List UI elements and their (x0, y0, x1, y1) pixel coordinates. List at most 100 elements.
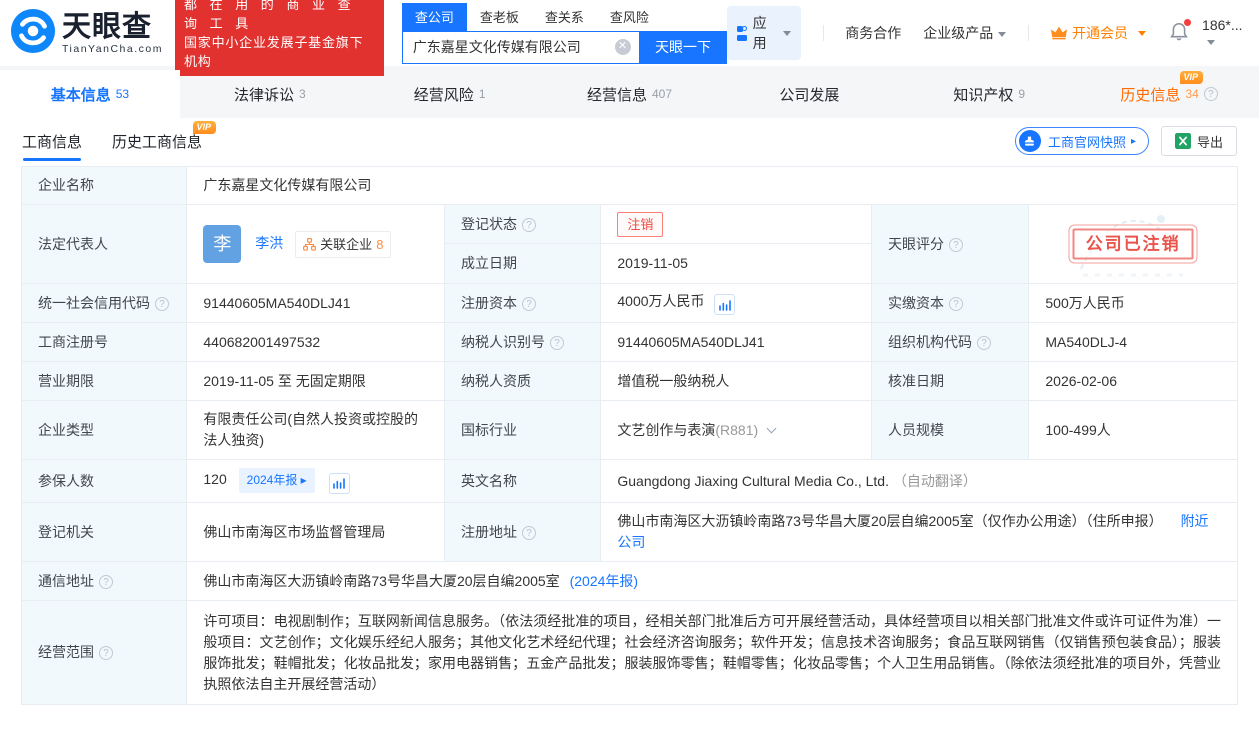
chevron-down-icon (783, 31, 791, 36)
uscc-value: 91440605MA540DLJ41 (187, 284, 445, 323)
help-icon[interactable] (155, 297, 169, 311)
vip-badge: VIP (1180, 71, 1204, 84)
company-name-value: 广东嘉星文化传媒有限公司 (187, 167, 1238, 205)
help-icon[interactable] (949, 238, 963, 252)
section-nav: 基本信息53 法律诉讼3 经营风险1 经营信息407 公司发展 知识产权9 VI… (0, 66, 1259, 118)
approval-date-label: 核准日期 (872, 362, 1029, 401)
staff-size-value: 100-499人 (1029, 401, 1238, 460)
apps-grid-icon (737, 26, 747, 41)
mail-address-value: 佛山市南海区大沥镇岭南路73号华昌大厦20层自编2005室 (2024年报) (187, 562, 1238, 601)
export-button[interactable]: 导出 (1161, 126, 1237, 156)
tab-history-info[interactable]: VIP 历史信息34 (1079, 70, 1259, 118)
apps-menu[interactable]: 应用 (727, 6, 801, 60)
reg-status-value: 注销 (601, 205, 872, 244)
subtab-row: 工商信息 VIP 历史工商信息 工商官网快照 ▸ (0, 118, 1259, 164)
chevron-down-icon (998, 32, 1006, 37)
reg-no-label: 工商注册号 (22, 323, 187, 362)
chevron-down-icon (1138, 31, 1146, 36)
est-date-value: 2019-11-05 (601, 244, 872, 284)
brand-name: 天眼查 (62, 12, 163, 42)
reg-status-label: 登记状态 (445, 205, 601, 244)
help-icon[interactable] (522, 526, 536, 540)
help-icon[interactable] (1204, 87, 1218, 101)
official-snapshot-button[interactable]: 工商官网快照 ▸ (1015, 127, 1149, 155)
insured-trend-chart-icon[interactable] (329, 473, 350, 494)
reg-no-value: 440682001497532 (187, 323, 445, 362)
reg-address-label: 注册地址 (445, 503, 601, 562)
search-tab-company[interactable]: 查公司 (402, 3, 467, 31)
menu-business-cooperation[interactable]: 商务合作 (845, 23, 901, 43)
table-row: 企业名称 广东嘉星文化传媒有限公司 (22, 167, 1238, 205)
taxpayer-quality-label: 纳税人资质 (445, 362, 601, 401)
annual-report-link[interactable]: (2024年报) (570, 573, 638, 589)
notifications-bell[interactable] (1170, 22, 1188, 44)
help-icon[interactable] (949, 297, 963, 311)
brand-slogan-badge: 都 在 用 的 商 业 查 询 工 具 国家中小企业发展子基金旗下机构 (175, 0, 384, 76)
company-type-label: 企业类型 (22, 401, 187, 460)
search-button[interactable]: 天眼一下 (640, 31, 727, 64)
brand-domain: TianYanCha.com (62, 43, 163, 55)
search-input[interactable] (403, 39, 615, 55)
search-tab-boss[interactable]: 查老板 (467, 3, 532, 31)
table-row: 通信地址 佛山市南海区大沥镇岭南路73号华昌大厦20层自编2005室 (2024… (22, 562, 1238, 601)
help-icon[interactable] (550, 336, 564, 350)
slogan-line1: 都 在 用 的 商 业 查 询 工 具 (184, 0, 375, 33)
reg-authority-value: 佛山市南海区市场监督管理局 (187, 503, 445, 562)
legal-rep-name-link[interactable]: 李洪 (255, 235, 283, 251)
tab-basic-info[interactable]: 基本信息53 (0, 70, 180, 118)
taxpayer-quality-value: 增值税一般纳税人 (601, 362, 872, 401)
menu-open-vip[interactable]: 开通会员 (1051, 23, 1146, 43)
org-code-label: 组织机构代码 (872, 323, 1029, 362)
legal-rep-cell: 李 李洪 关联企业 8 (187, 205, 445, 284)
subtab-business-info[interactable]: 工商信息 (22, 118, 82, 164)
annual-report-badge[interactable]: 2024年报 ▸ (239, 468, 315, 493)
tab-operation-risk[interactable]: 经营风险1 (360, 70, 540, 118)
company-type-value: 有限责任公司(自然人投资或控股的法人独资) (187, 401, 445, 460)
chevron-down-icon[interactable] (767, 423, 777, 433)
notification-dot (1184, 19, 1191, 26)
stamp-icon (1019, 130, 1041, 152)
subtab-history-business-info[interactable]: VIP 历史工商信息 (112, 118, 202, 164)
table-row: 经营范围 许可项目：电视剧制作；互联网新闻信息服务。（依法须经批准的项目，经相关… (22, 601, 1238, 705)
insured-value: 120 2024年报 ▸ (187, 460, 445, 503)
tab-operation-info[interactable]: 经营信息407 (540, 70, 720, 118)
scope-label: 经营范围 (22, 601, 187, 705)
search-tabs: 查公司 查老板 查关系 查风险 (402, 3, 727, 31)
org-chart-icon (303, 238, 316, 251)
table-row: 营业期限 2019-11-05 至 无固定期限 纳税人资质 增值税一般纳税人 核… (22, 362, 1238, 401)
related-companies-tag[interactable]: 关联企业 8 (295, 231, 391, 258)
help-icon[interactable] (522, 297, 536, 311)
help-icon[interactable] (522, 218, 536, 232)
approval-date-value: 2026-02-06 (1029, 362, 1238, 401)
help-icon[interactable] (977, 336, 991, 350)
table-row: 企业类型 有限责任公司(自然人投资或控股的法人独资) 国标行业 文艺创作与表演(… (22, 401, 1238, 460)
taxpayer-id-value: 91440605MA540DLJ41 (601, 323, 872, 362)
table-row: 参保人数 120 2024年报 ▸ 英文名称 Guangdong Jiaxing… (22, 460, 1238, 503)
tyc-score-label: 天眼评分 (872, 205, 1029, 284)
tab-legal-litigation[interactable]: 法律诉讼3 (180, 70, 360, 118)
tab-company-development[interactable]: 公司发展 (719, 70, 899, 118)
account-menu[interactable]: 186*... (1202, 17, 1243, 49)
vip-badge: VIP (193, 121, 217, 134)
menu-enterprise-products[interactable]: 企业级产品 (923, 23, 1006, 43)
table-row: 工商注册号 440682001497532 纳税人识别号 91440605MA5… (22, 323, 1238, 362)
search-tab-relation[interactable]: 查关系 (532, 3, 597, 31)
en-name-label: 英文名称 (445, 460, 601, 503)
tianyancha-logo[interactable]: 天眼查 TianYanCha.com (10, 8, 163, 59)
paid-capital-value: 500万人民币 (1029, 284, 1238, 323)
est-date-label: 成立日期 (445, 244, 601, 284)
help-icon[interactable] (99, 646, 113, 660)
apps-label: 应用 (753, 13, 772, 53)
industry-value: 文艺创作与表演(R881) (601, 401, 872, 460)
search-tab-risk[interactable]: 查风险 (597, 3, 662, 31)
tab-intellectual-property[interactable]: 知识产权9 (899, 70, 1079, 118)
legal-rep-avatar[interactable]: 李 (203, 225, 241, 263)
term-value: 2019-11-05 至 无固定期限 (187, 362, 445, 401)
help-icon[interactable] (99, 575, 113, 589)
taxpayer-id-label: 纳税人识别号 (445, 323, 601, 362)
clear-search-icon[interactable]: ✕ (615, 39, 631, 55)
crown-icon (1051, 26, 1067, 40)
capital-trend-chart-icon[interactable] (714, 294, 735, 315)
tianyancha-logo-icon (10, 8, 56, 59)
status-badge: 注销 (617, 212, 663, 237)
